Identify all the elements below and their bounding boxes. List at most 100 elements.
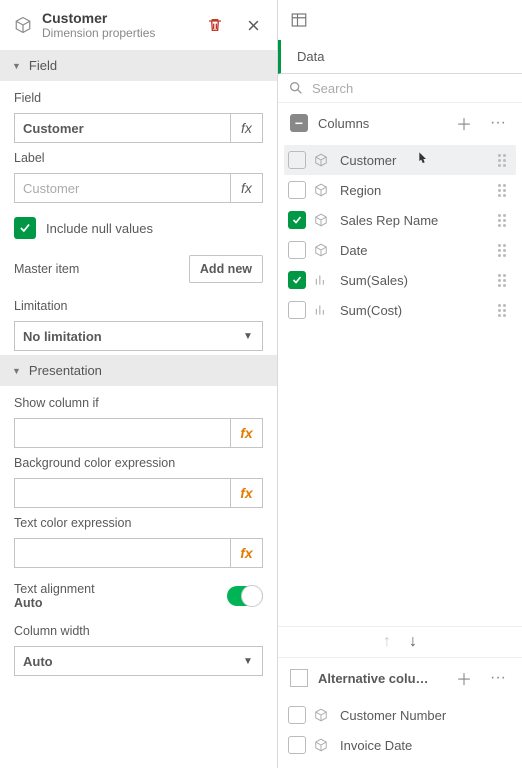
column-checkbox[interactable] bbox=[288, 211, 306, 229]
field-section-content: Field fx Label fx Include null values Ma… bbox=[0, 81, 277, 355]
field-input[interactable] bbox=[14, 113, 231, 143]
drag-handle[interactable] bbox=[498, 304, 512, 317]
cube-icon bbox=[314, 213, 332, 227]
delete-button[interactable] bbox=[201, 11, 229, 39]
alt-label: Alternative colu… bbox=[318, 671, 442, 686]
column-label: Sales Rep Name bbox=[340, 213, 490, 228]
column-checkbox[interactable] bbox=[288, 151, 306, 169]
limitation-select[interactable]: No limitation ▼ bbox=[14, 321, 263, 351]
column-row[interactable]: Invoice Date bbox=[284, 730, 516, 760]
presentation-section-content: Show column if fx Background color expre… bbox=[0, 386, 277, 680]
columns-more-button[interactable]: ··· bbox=[486, 114, 510, 132]
column-row[interactable]: Sum(Cost) bbox=[284, 295, 516, 325]
close-button[interactable] bbox=[239, 11, 267, 39]
alt-more-button[interactable]: ··· bbox=[486, 669, 510, 687]
column-row[interactable]: Sum(Sales) bbox=[284, 265, 516, 295]
tab-data[interactable]: Data bbox=[278, 40, 522, 74]
tab-data-label: Data bbox=[297, 49, 324, 64]
limitation-value: No limitation bbox=[15, 329, 234, 344]
text-align-value: Auto bbox=[14, 596, 95, 610]
collapse-columns-button[interactable]: − bbox=[290, 114, 308, 132]
move-up-button[interactable]: ↑ bbox=[383, 633, 391, 651]
chevron-down-icon: ▼ bbox=[12, 366, 21, 376]
cube-icon bbox=[314, 738, 332, 752]
section-presentation[interactable]: ▼ Presentation bbox=[0, 355, 277, 386]
column-label: Sum(Sales) bbox=[340, 273, 490, 288]
reorder-row: ↑ ↓ bbox=[278, 626, 522, 657]
cube-icon bbox=[14, 16, 32, 34]
bg-expr-label: Background color expression bbox=[14, 456, 263, 470]
bar-icon bbox=[314, 273, 332, 287]
column-label: Sum(Cost) bbox=[340, 303, 490, 318]
view-mode-bar bbox=[278, 0, 522, 40]
column-checkbox[interactable] bbox=[288, 181, 306, 199]
cube-icon bbox=[314, 243, 332, 257]
chevron-down-icon: ▼ bbox=[234, 331, 262, 342]
text-expr-label: Text color expression bbox=[14, 516, 263, 530]
data-panel: Data − Columns ＋ ··· Customer Region Sales… bbox=[278, 0, 522, 768]
search-row bbox=[278, 74, 522, 103]
drag-handle[interactable] bbox=[498, 154, 512, 167]
column-checkbox[interactable] bbox=[288, 241, 306, 259]
column-checkbox[interactable] bbox=[288, 706, 306, 724]
drag-handle[interactable] bbox=[498, 274, 512, 287]
drag-handle[interactable] bbox=[498, 184, 512, 197]
column-label: Invoice Date bbox=[340, 738, 512, 753]
fx-button-field[interactable]: fx bbox=[231, 113, 263, 143]
label-label: Label bbox=[14, 151, 263, 165]
column-row[interactable]: Region bbox=[284, 175, 516, 205]
drag-handle[interactable] bbox=[498, 214, 512, 227]
panel-subtitle: Dimension properties bbox=[42, 26, 191, 40]
fx-button-bg[interactable]: fx bbox=[231, 478, 263, 508]
column-label: Customer Number bbox=[340, 708, 512, 723]
section-field[interactable]: ▼ Field bbox=[0, 50, 277, 81]
col-width-select[interactable]: Auto ▼ bbox=[14, 646, 263, 676]
text-align-label: Text alignment bbox=[14, 582, 95, 596]
drag-handle[interactable] bbox=[498, 244, 512, 257]
show-if-input[interactable] bbox=[14, 418, 231, 448]
alt-columns-list: Customer Number Invoice Date bbox=[278, 698, 522, 768]
column-label: Date bbox=[340, 243, 490, 258]
columns-list: Customer Region Sales Rep Name Date Sum(Sale… bbox=[278, 143, 522, 333]
column-row[interactable]: Customer Number bbox=[284, 700, 516, 730]
master-item-label: Master item bbox=[14, 262, 79, 276]
text-expr-input[interactable] bbox=[14, 538, 231, 568]
move-down-button[interactable]: ↓ bbox=[409, 633, 417, 651]
include-null-checkbox[interactable] bbox=[14, 217, 36, 239]
cursor-icon bbox=[414, 151, 430, 167]
alt-checkbox[interactable] bbox=[290, 669, 308, 687]
column-checkbox[interactable] bbox=[288, 271, 306, 289]
cube-icon bbox=[314, 708, 332, 722]
column-row[interactable]: Sales Rep Name bbox=[284, 205, 516, 235]
properties-panel: Customer Dimension properties ▼ Field Fi… bbox=[0, 0, 278, 768]
alt-columns-header: Alternative colu… ＋ ··· bbox=[278, 657, 522, 698]
fx-button-show-if[interactable]: fx bbox=[231, 418, 263, 448]
cube-icon bbox=[314, 153, 332, 167]
column-row[interactable]: Customer bbox=[284, 145, 516, 175]
panel-header: Customer Dimension properties bbox=[0, 0, 277, 50]
column-label: Region bbox=[340, 183, 490, 198]
add-column-button[interactable]: ＋ bbox=[452, 111, 476, 135]
fx-button-text[interactable]: fx bbox=[231, 538, 263, 568]
search-input[interactable] bbox=[312, 81, 510, 96]
col-width-label: Column width bbox=[14, 618, 263, 638]
section-presentation-label: Presentation bbox=[29, 363, 102, 378]
fx-button-label[interactable]: fx bbox=[231, 173, 263, 203]
section-field-label: Field bbox=[29, 58, 57, 73]
field-label: Field bbox=[14, 91, 263, 105]
table-icon[interactable] bbox=[290, 11, 308, 29]
include-null-row[interactable]: Include null values bbox=[14, 211, 263, 239]
col-width-value: Auto bbox=[15, 654, 234, 669]
column-checkbox[interactable] bbox=[288, 736, 306, 754]
show-if-label: Show column if bbox=[14, 396, 263, 410]
include-null-label: Include null values bbox=[46, 221, 153, 236]
columns-label: Columns bbox=[318, 116, 442, 131]
text-align-toggle[interactable] bbox=[227, 586, 263, 606]
add-new-button[interactable]: Add new bbox=[189, 255, 263, 283]
column-checkbox[interactable] bbox=[288, 301, 306, 319]
bg-expr-input[interactable] bbox=[14, 478, 231, 508]
label-input[interactable] bbox=[14, 173, 231, 203]
add-alt-button[interactable]: ＋ bbox=[452, 666, 476, 690]
column-row[interactable]: Date bbox=[284, 235, 516, 265]
chevron-down-icon: ▼ bbox=[234, 656, 262, 667]
